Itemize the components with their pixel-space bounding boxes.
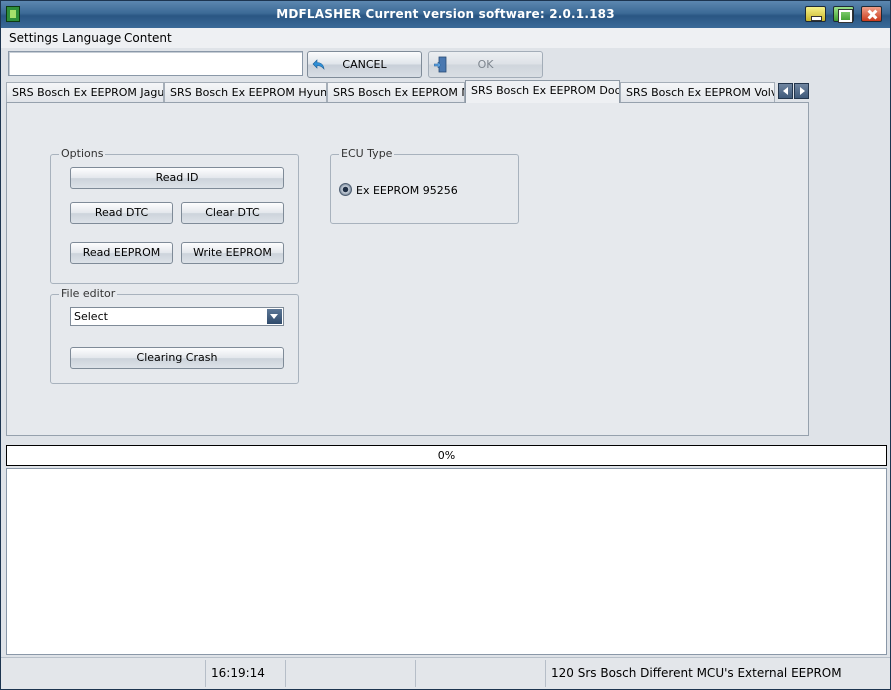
file-editor-group: File editor Select Clearing Crash — [50, 287, 299, 384]
door-enter-icon — [434, 56, 447, 73]
minimize-button[interactable] — [805, 6, 826, 22]
file-editor-title: File editor — [59, 287, 118, 300]
menu-content[interactable]: Content — [124, 31, 172, 45]
tab-dodge[interactable]: SRS Bosch Ex EEPROM Dodge — [465, 80, 620, 103]
options-group: Options Read ID Read DTC Clear DTC Read … — [50, 147, 299, 284]
clearing-crash-button[interactable]: Clearing Crash — [70, 347, 284, 369]
window-title: MDFLASHER Current version software: 2.0.… — [276, 7, 615, 21]
progress-bar: 0% — [6, 445, 887, 466]
menu-language[interactable]: Language — [62, 31, 121, 45]
write-eeprom-button[interactable]: Write EEPROM — [181, 242, 284, 264]
cancel-button[interactable]: CANCEL — [307, 51, 422, 78]
ecu-type-title: ECU Type — [339, 147, 395, 160]
ecu-type-group: ECU Type Ex EEPROM 95256 — [330, 147, 519, 224]
chevron-down-icon[interactable] — [267, 309, 282, 324]
status-cell-empty-3 — [415, 660, 545, 687]
read-eeprom-button[interactable]: Read EEPROM — [70, 242, 173, 264]
menu-bar: Settings Language Content — [1, 28, 890, 48]
title-bar[interactable]: MDFLASHER Current version software: 2.0.… — [1, 1, 890, 28]
tab-scroll-left-icon[interactable] — [778, 83, 793, 99]
tab-strip: SRS Bosch Ex EEPROM Jaguar SRS Bosch Ex … — [6, 80, 811, 103]
status-info: 120 Srs Bosch Different MCU's External E… — [545, 660, 888, 687]
main-window: MDFLASHER Current version software: 2.0.… — [0, 0, 891, 690]
status-cell-empty-1 — [1, 660, 205, 687]
status-time: 16:19:14 — [205, 660, 285, 687]
tab-scroll-right-icon[interactable] — [794, 83, 809, 99]
tab-jaguar[interactable]: SRS Bosch Ex EEPROM Jaguar — [6, 82, 164, 103]
ecu-type-label: Ex EEPROM 95256 — [356, 184, 458, 197]
status-cell-empty-2 — [285, 660, 415, 687]
tab-volvo[interactable]: SRS Bosch Ex EEPROM Volvo — [620, 82, 775, 103]
file-editor-select-value: Select — [74, 310, 108, 323]
ok-label: OK — [477, 58, 494, 71]
undo-arrow-icon — [312, 59, 325, 70]
read-dtc-button[interactable]: Read DTC — [70, 202, 173, 224]
maximize-button[interactable] — [833, 6, 854, 23]
ok-button[interactable]: OK — [428, 51, 543, 78]
cancel-label: CANCEL — [342, 58, 387, 71]
tab-hyundai[interactable]: SRS Bosch Ex EEPROM Hyundai — [164, 82, 327, 103]
options-title: Options — [59, 147, 106, 160]
progress-label: 0% — [437, 449, 456, 462]
tab-page-dodge: Options Read ID Read DTC Clear DTC Read … — [6, 102, 809, 436]
menu-settings[interactable]: Settings — [9, 31, 58, 45]
file-editor-select[interactable]: Select — [70, 307, 284, 326]
close-button[interactable] — [861, 6, 882, 22]
clear-dtc-button[interactable]: Clear DTC — [181, 202, 284, 224]
log-output-area[interactable] — [6, 468, 887, 655]
tab-mb[interactable]: SRS Bosch Ex EEPROM MB — [327, 82, 465, 103]
top-input-field[interactable] — [8, 51, 303, 76]
read-id-button[interactable]: Read ID — [70, 167, 284, 189]
status-bar: 16:19:14 120 Srs Bosch Different MCU's E… — [1, 657, 890, 689]
ecu-type-radio[interactable] — [339, 183, 352, 196]
